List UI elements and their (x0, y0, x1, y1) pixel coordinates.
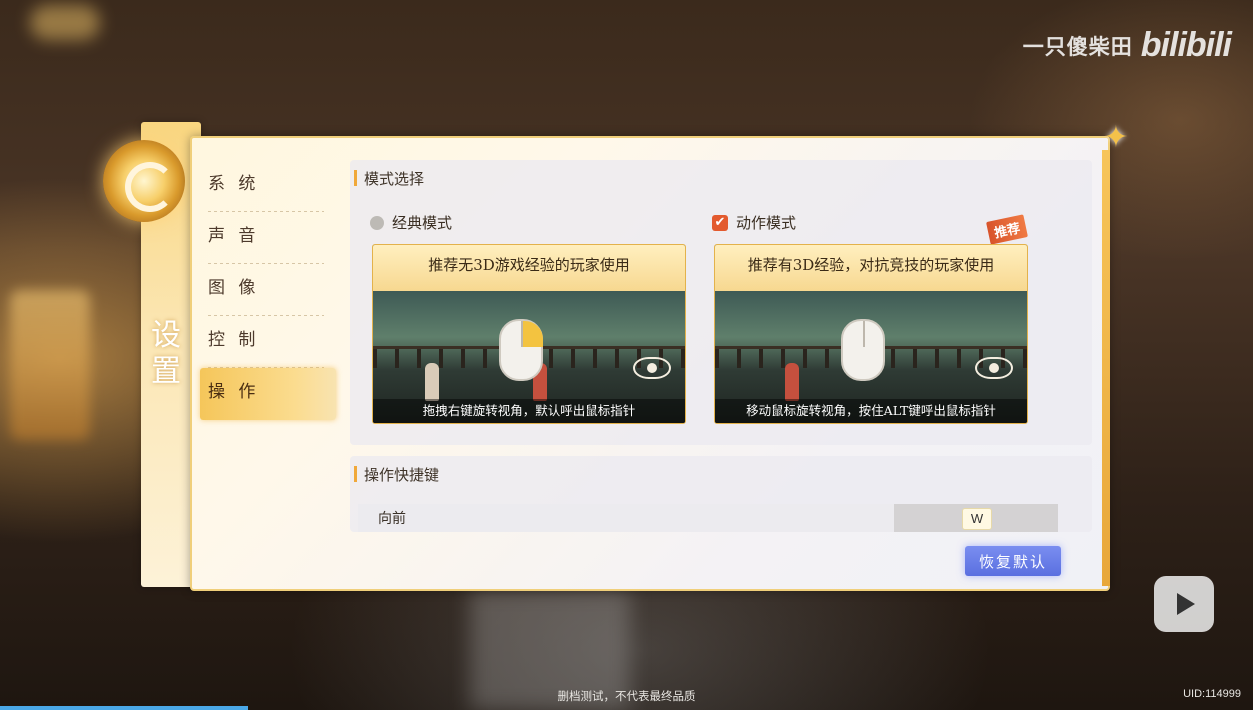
section-title: 操作快捷键 (353, 466, 440, 484)
action-mode-card[interactable]: 推荐有3D经验，对抗竞技的玩家使用 移动鼠标旋转视角，按住ALT键呼出鼠标指针 (714, 244, 1028, 424)
reset-default-button[interactable]: 恢复默认 (965, 546, 1061, 576)
background-lamp-glow (10, 290, 90, 440)
background-light (30, 5, 100, 40)
keybind-slot[interactable]: W (894, 504, 1058, 532)
mouse-move-icon (841, 319, 885, 381)
classic-mode-card[interactable]: 推荐无3D游戏经验的玩家使用 拖拽右键旋转视角，默认呼出鼠标指针 (372, 244, 686, 424)
sidebar-item-label: 操 作 (208, 382, 260, 402)
classic-mode-label: 经典模式 (392, 214, 453, 232)
eye-icon (633, 357, 671, 379)
flower-close-icon[interactable]: ✦ (1100, 122, 1132, 154)
card-header: 推荐有3D经验，对抗竞技的玩家使用 (715, 245, 1027, 291)
shortcut-row-forward: 向前 W (358, 504, 1058, 532)
test-disclaimer: 删档测试，不代表最终品质 (557, 689, 696, 703)
mouse-right-click-icon (499, 319, 543, 381)
checkmark-icon: ✔ (712, 214, 728, 231)
character-figure (785, 363, 799, 401)
eye-icon (975, 357, 1013, 379)
uid-label: UID:114999 (1183, 688, 1241, 700)
action-mode-option[interactable]: ✔ 动作模式 (712, 212, 796, 233)
keybind-key[interactable]: W (962, 508, 992, 530)
sidebar-item-label: 系 统 (208, 174, 260, 194)
settings-title: 设置 (151, 318, 181, 389)
mode-select-section: 模式选择 经典模式 ✔ 动作模式 推荐 推荐无3D游戏经验的玩家使用 拖拽右键旋… (350, 160, 1092, 445)
video-play-icon[interactable] (1154, 576, 1214, 632)
sidebar-item-label: 图 像 (208, 278, 260, 298)
sidebar-item-graphics[interactable]: 图 像 (196, 264, 328, 316)
radio-icon (370, 215, 384, 230)
panel-edge-decoration (1102, 150, 1110, 586)
character-figure (425, 363, 439, 401)
settings-emblem-icon (103, 140, 185, 222)
video-progress-bar[interactable] (0, 706, 248, 710)
sidebar-item-sound[interactable]: 声 音 (196, 212, 328, 264)
sidebar-item-system[interactable]: 系 统 (196, 160, 328, 212)
watermark-username: 一只傻柴田 (1022, 34, 1133, 59)
video-watermark: 一只傻柴田 bilibili (1022, 26, 1232, 65)
card-footer: 移动鼠标旋转视角，按住ALT键呼出鼠标指针 (715, 399, 1027, 423)
shortcut-action-label: 向前 (378, 511, 406, 527)
classic-mode-option[interactable]: 经典模式 (370, 212, 452, 233)
card-header: 推荐无3D游戏经验的玩家使用 (373, 245, 685, 291)
sidebar-item-operation[interactable]: 操 作 (200, 368, 336, 420)
shortcut-keys-section: 操作快捷键 向前 W (350, 456, 1092, 532)
card-footer: 拖拽右键旋转视角，默认呼出鼠标指针 (373, 399, 685, 423)
sidebar-item-label: 控 制 (208, 330, 260, 350)
action-mode-label: 动作模式 (736, 214, 797, 232)
sidebar-item-label: 声 音 (208, 226, 260, 246)
sidebar-item-controls[interactable]: 控 制 (196, 316, 328, 368)
recommended-badge: 推荐 (986, 214, 1028, 245)
settings-sidebar: 系 统 声 音 图 像 控 制 操 作 (196, 160, 336, 420)
section-title: 模式选择 (353, 170, 425, 188)
bilibili-logo: bilibili (1140, 26, 1232, 64)
